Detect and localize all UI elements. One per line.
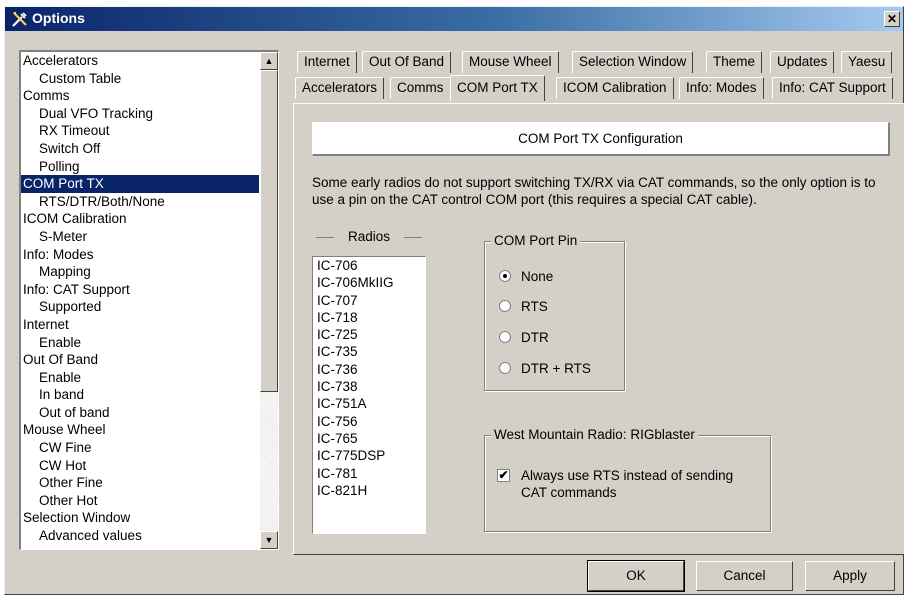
panel-heading: COM Port TX Configuration [312,122,890,156]
radios-list[interactable]: IC-706 IC-706MkIIG IC-707 IC-718 IC-725 … [312,256,426,534]
scroll-up-button[interactable]: ▲ [260,52,278,70]
tree-child-item[interactable]: Out of band [21,404,259,422]
tree-category-item[interactable]: Mouse Wheel [21,421,259,439]
pin-option-label: DTR + RTS [521,361,591,376]
radio-icon [499,362,511,374]
radio-model-item[interactable]: IC-706 [313,257,425,274]
tree-child-item[interactable]: S-Meter [21,228,259,246]
tree-child-item[interactable]: Dual VFO Tracking [21,105,259,123]
radio-model-item[interactable]: IC-765 [313,430,425,447]
radio-model-item[interactable]: IC-738 [313,378,425,395]
tree-child-item[interactable]: Other Hot [21,492,259,510]
options-tree[interactable]: Accelerators Custom Table Comms Dual VFO Tr… [19,50,279,550]
tree-child-item[interactable]: Enable [21,334,259,352]
radio-model-item[interactable]: IC-707 [313,292,425,309]
tree-child-item[interactable]: Advanced values [21,527,259,545]
scroll-thumb[interactable] [260,70,278,392]
radio-model-item[interactable]: IC-725 [313,326,425,343]
pin-option-rts[interactable]: RTS [499,299,548,315]
tree-child-item[interactable]: RTS/DTR/Both/None [21,193,259,211]
tree-items: Accelerators Custom Table Comms Dual VFO Tr… [21,52,259,545]
ok-button[interactable]: OK [587,560,685,592]
pin-option-label: RTS [521,299,548,314]
tree-child-item[interactable]: Polling [21,158,259,176]
pin-option-dtr[interactable]: DTR [499,330,549,346]
radio-model-item[interactable]: IC-751A [313,395,425,412]
tree-child-item[interactable]: Other Fine [21,474,259,492]
scroll-down-button[interactable]: ▼ [260,531,278,549]
tab-internet[interactable]: Internet [297,51,357,73]
radio-model-item[interactable]: IC-736 [313,361,425,378]
tree-category-item[interactable]: ICOM Calibration [21,210,259,228]
radio-icon [499,331,511,343]
tree-category-item[interactable]: Selection Window [21,509,259,527]
radio-model-item[interactable]: IC-706MkIIG [313,274,425,291]
radio-selected-icon [499,270,511,282]
tree-category-item[interactable]: Internet [21,316,259,334]
com-port-tx-panel: COM Port TX Configuration Some early rad… [293,103,904,555]
radio-model-item[interactable]: IC-781 [313,465,425,482]
radio-model-item[interactable]: IC-735 [313,343,425,360]
window-title: Options [32,10,85,26]
pin-option-label: DTR [521,330,549,345]
tree-child-item[interactable]: Mapping [21,263,259,281]
rigblaster-group: West Mountain Radio: RIGblaster ✔ Always… [484,427,771,532]
radio-model-item[interactable]: IC-718 [313,309,425,326]
pin-option-dtr-rts[interactable]: DTR + RTS [499,361,591,377]
panel-description: Some early radios do not support switchi… [312,175,876,207]
tab-info-cat-support[interactable]: Info: CAT Support [772,77,893,99]
tree-child-item[interactable]: Enable [21,369,259,387]
tab-comms[interactable]: Comms [390,77,451,99]
radio-model-item[interactable]: IC-775DSP [313,447,425,464]
title-bar[interactable]: Options ✕ [5,7,903,31]
tab-selection-window[interactable]: Selection Window [572,51,694,73]
tools-icon [12,12,27,27]
rigblaster-title: West Mountain Radio: RIGblaster [491,427,698,443]
radio-model-item[interactable]: IC-756 [313,413,425,430]
tree-child-item[interactable]: Custom Table [21,70,259,88]
com-port-pin-group: COM Port Pin None RTS DTR DTR + RTS [484,233,625,391]
tree-child-item[interactable]: RX Timeout [21,122,259,140]
tab-com-port-tx[interactable]: COM Port TX [450,75,545,101]
tree-category-item[interactable]: Accelerators [21,52,259,70]
tree-child-item[interactable]: Supported [21,298,259,316]
tab-icom-calibration[interactable]: ICOM Calibration [556,77,674,99]
tab-theme[interactable]: Theme [706,51,763,73]
tree-category-item[interactable]: Out Of Band [21,351,259,369]
tab-out-of-band[interactable]: Out Of Band [362,51,452,73]
radio-icon [499,300,511,312]
tree-category-item[interactable]: COM Port TX [21,175,259,193]
always-use-rts-checkbox[interactable]: ✔ [497,469,510,482]
radios-label: Radios [316,229,422,244]
tree-child-item[interactable]: CW Fine [21,439,259,457]
tab-info-modes[interactable]: Info: Modes [679,77,764,99]
tree-child-item[interactable]: Switch Off [21,140,259,158]
com-port-pin-title: COM Port Pin [491,233,581,249]
always-use-rts-label[interactable]: Always use RTS instead of sending CAT co… [521,467,761,501]
cancel-button[interactable]: Cancel [696,561,793,591]
pin-option-label: None [521,269,554,284]
close-button[interactable]: ✕ [884,11,900,27]
tree-child-item[interactable]: CW Hot [21,457,259,475]
tab-mouse-wheel[interactable]: Mouse Wheel [462,51,559,73]
tab-accelerators[interactable]: Accelerators [295,77,385,99]
tree-category-item[interactable]: Info: CAT Support [21,281,259,299]
radio-model-item[interactable]: IC-821H [313,482,425,499]
tree-child-item[interactable]: In band [21,386,259,404]
options-window: Options ✕ Accelerators Custom Table Comms D… [4,6,904,595]
apply-button[interactable]: Apply [805,561,895,591]
tree-category-item[interactable]: Comms [21,87,259,105]
tab-updates[interactable]: Updates [770,51,835,73]
pin-option-none[interactable]: None [499,269,553,285]
tree-scrollbar[interactable]: ▲ ▼ [260,52,278,549]
tab-yaesu[interactable]: Yaesu [841,51,893,73]
tree-category-item[interactable]: Info: Modes [21,246,259,264]
